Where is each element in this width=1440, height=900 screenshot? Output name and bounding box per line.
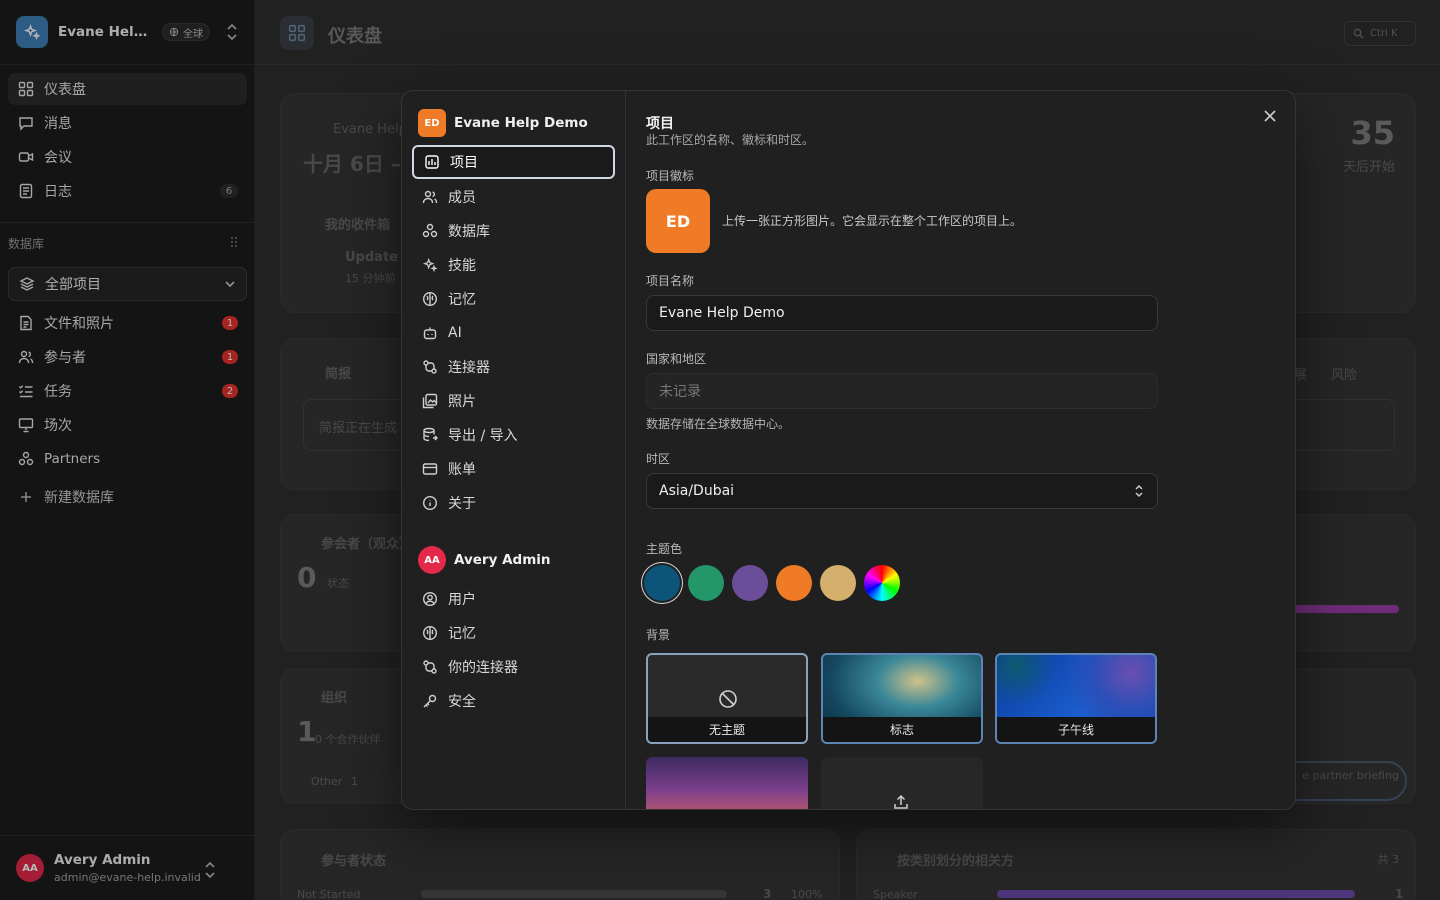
settings-nav-ai[interactable]: AI [412, 316, 615, 350]
theme-swatch-green[interactable] [688, 565, 724, 601]
custom-color-swatch[interactable] [864, 565, 900, 601]
name-label: 项目名称 [646, 274, 695, 288]
background-label: 背景 [646, 628, 671, 642]
settings-nav-skills[interactable]: 技能 [412, 248, 615, 282]
settings-nav-your-connectors[interactable]: 你的连接器 [412, 650, 615, 684]
settings-nav-databases[interactable]: 数据库 [412, 214, 615, 248]
settings-nav-label: 安全 [448, 694, 476, 710]
settings-nav-label: 导出 / 导入 [448, 428, 518, 444]
settings-nav: ED Evane Help Demo 项目 成员 数据库 技能 记忆 AI 连接… [402, 91, 626, 809]
settings-nav-label: 关于 [448, 496, 476, 512]
background-option-label: 标志 [823, 717, 981, 742]
settings-nav-user[interactable]: 用户 [412, 582, 615, 616]
country-label: 国家和地区 [646, 352, 707, 366]
timezone-label: 时区 [646, 452, 671, 466]
background-option-label: 无主题 [648, 717, 806, 742]
background-option-none[interactable]: 无主题 [646, 653, 808, 744]
logo-help-text: 上传一张正方形图片。它会显示在整个工作区的项目上。 [722, 214, 1023, 228]
photos-icon [422, 393, 438, 409]
theme-swatch-purple[interactable] [732, 565, 768, 601]
settings-nav-photos[interactable]: 照片 [412, 384, 615, 418]
logo-label: 项目徽标 [646, 169, 695, 183]
country-input[interactable]: 未记录 [646, 373, 1158, 409]
avatar: AA [418, 546, 446, 574]
members-icon [422, 189, 438, 205]
connector-icon [422, 359, 438, 375]
settings-nav-label: 记忆 [448, 292, 476, 308]
project-header: ED Evane Help Demo [418, 109, 588, 137]
project-name-input[interactable]: Evane Help Demo [646, 295, 1158, 331]
settings-nav-export-import[interactable]: 导出 / 导入 [412, 418, 615, 452]
chevron-updown-icon [1133, 484, 1145, 498]
settings-nav-security[interactable]: 安全 [412, 684, 615, 718]
settings-nav-label: 项目 [450, 155, 478, 171]
project-name-value: Evane Help Demo [659, 305, 785, 321]
key-icon [422, 693, 438, 709]
brain-icon [422, 625, 438, 641]
theme-label: 主题色 [646, 542, 683, 556]
settings-nav-label: 照片 [448, 394, 476, 410]
database-icon [422, 223, 438, 239]
connector-icon [422, 659, 438, 675]
country-hint: 数据存储在全球数据中心。 [646, 417, 791, 431]
settings-nav-label: 成员 [448, 190, 476, 206]
background-option-meridian[interactable]: 子午线 [995, 653, 1157, 744]
project-name: Evane Help Demo [454, 115, 588, 131]
theme-swatch-orange[interactable] [776, 565, 812, 601]
settings-nav-label: 用户 [448, 592, 476, 608]
settings-nav-members[interactable]: 成员 [412, 180, 615, 214]
country-placeholder: 未记录 [659, 384, 701, 400]
settings-nav-label: 你的连接器 [448, 660, 518, 676]
settings-nav-label: 技能 [448, 258, 476, 274]
info-icon [422, 495, 438, 511]
background-upload[interactable] [821, 757, 983, 809]
timezone-value: Asia/Dubai [659, 483, 735, 499]
account-header: AA Avery Admin [418, 546, 551, 574]
settings-nav-label: AI [448, 325, 462, 341]
settings-nav-label: 账单 [448, 462, 476, 478]
settings-nav-label: 数据库 [448, 224, 490, 240]
user-circle-icon [422, 591, 438, 607]
settings-nav-about[interactable]: 关于 [412, 486, 615, 520]
settings-modal: ED Evane Help Demo 项目 成员 数据库 技能 记忆 AI 连接… [401, 90, 1296, 810]
timezone-select[interactable]: Asia/Dubai [646, 473, 1158, 509]
background-option-label: 子午线 [997, 717, 1155, 742]
settings-nav-project[interactable]: 项目 [412, 145, 615, 179]
settings-nav-label: 记忆 [448, 626, 476, 642]
project-logo: ED [418, 109, 446, 137]
sparkles-icon [422, 257, 438, 273]
settings-nav-label: 连接器 [448, 360, 490, 376]
settings-content: 项目 此工作区的名称、徽标和时区。 项目徽标 ED 上传一张正方形图片。它会显示… [626, 91, 1295, 809]
settings-nav-billing[interactable]: 账单 [412, 452, 615, 486]
section-subtitle: 此工作区的名称、徽标和时区。 [646, 133, 815, 147]
section-title: 项目 [646, 116, 674, 132]
export-icon [422, 427, 438, 443]
bot-icon [422, 325, 438, 341]
brain-icon [422, 291, 438, 307]
building-icon [424, 154, 440, 170]
settings-nav-memory[interactable]: 记忆 [412, 282, 615, 316]
settings-nav-user-memory[interactable]: 记忆 [412, 616, 615, 650]
upload-icon [892, 793, 910, 809]
theme-swatch-tan[interactable] [820, 565, 856, 601]
settings-nav-connectors[interactable]: 连接器 [412, 350, 615, 384]
background-option-logo[interactable]: 标志 [821, 653, 983, 744]
theme-color-picker [644, 565, 900, 601]
card-icon [422, 461, 438, 477]
close-icon[interactable] [1263, 109, 1277, 123]
account-name: Avery Admin [454, 552, 551, 568]
project-logo-upload[interactable]: ED [646, 189, 710, 253]
theme-swatch-blue[interactable] [644, 565, 680, 601]
ban-icon [718, 689, 738, 709]
background-option-sunset[interactable] [646, 757, 808, 809]
